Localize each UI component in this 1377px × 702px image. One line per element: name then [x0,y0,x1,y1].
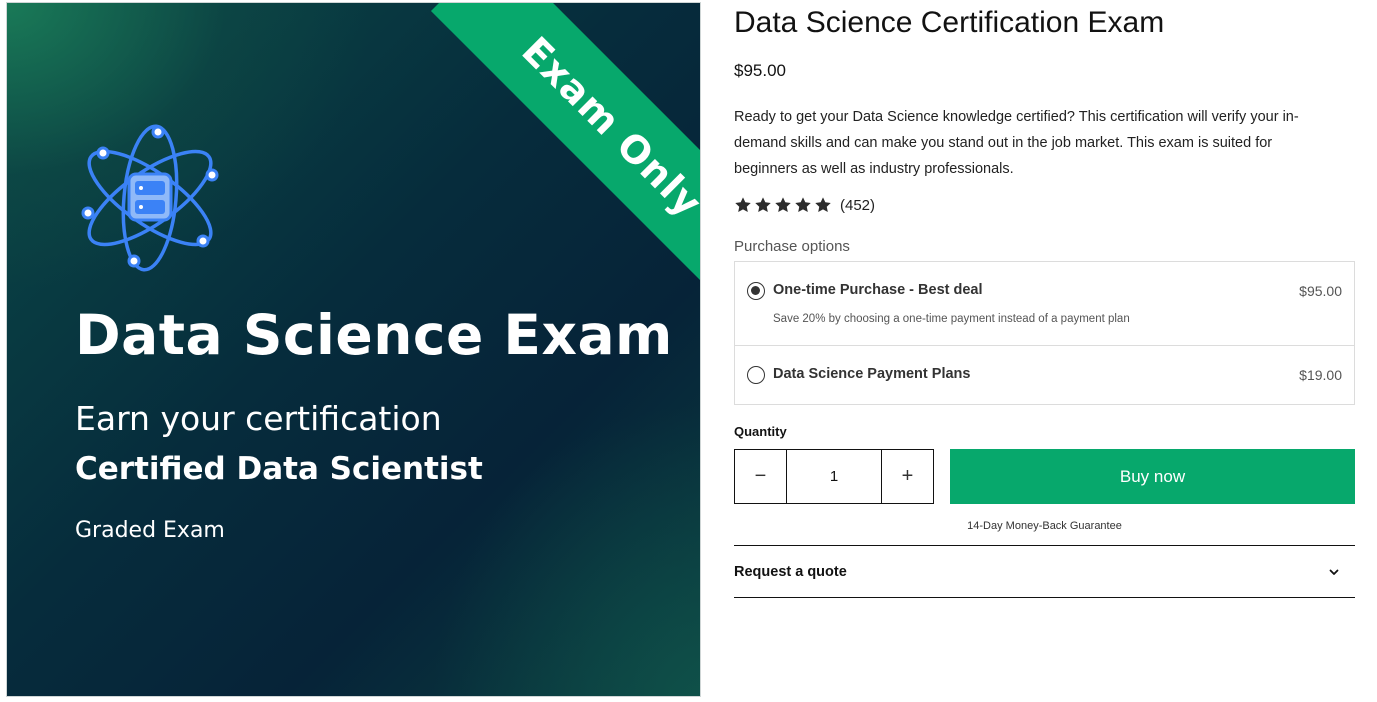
star-icon [755,197,771,213]
request-quote-toggle[interactable]: Request a quote [734,545,1355,598]
increase-quantity-button[interactable]: + [882,450,933,503]
star-rating [734,196,832,214]
product-image: Exam Only Data Science Exam Earn your ce… [7,3,700,696]
request-quote-label: Request a quote [734,563,847,580]
star-icon [775,197,791,213]
radio-one-time-purchase[interactable] [747,282,765,300]
product-description: Ready to get your Data Science knowledge… [734,109,1299,177]
star-icon [735,197,751,213]
atom-server-icon [81,124,219,272]
option-name: One-time Purchase - Best deal [773,282,983,298]
product-price: $95.00 [734,61,786,80]
hero-title: Data Science Exam [75,303,673,367]
decrease-quantity-button[interactable]: − [735,450,786,503]
chevron-down-icon [1329,569,1339,575]
purchase-options: One-time Purchase - Best deal $95.00 Sav… [734,261,1355,405]
option-note: Save 20% by choosing a one-time payment … [773,313,1130,325]
product-rating[interactable]: (452) [734,196,875,214]
option-price: $95.00 [1299,283,1342,299]
hero-certification: Certified Data Scientist [75,451,483,487]
radio-payment-plans[interactable] [747,366,765,384]
quantity-input[interactable] [786,450,882,503]
hero-exam-type: Graded Exam [75,518,225,543]
option-price: $19.00 [1299,367,1342,383]
exam-only-ribbon: Exam Only [430,3,700,309]
hero-subtitle: Earn your certification [75,399,442,438]
buy-now-button[interactable]: Buy now [950,449,1355,504]
quantity-stepper: − + [734,449,934,504]
star-icon [815,197,831,213]
option-one-time-purchase[interactable]: One-time Purchase - Best deal $95.00 Sav… [735,262,1354,346]
ribbon-label: Exam Only [513,28,700,226]
purchase-options-label: Purchase options [734,238,850,255]
option-name: Data Science Payment Plans [773,366,971,382]
money-back-guarantee: 14-Day Money-Back Guarantee [967,520,1122,532]
rating-count: (452) [840,196,876,214]
option-payment-plans[interactable]: Data Science Payment Plans $19.00 [735,346,1354,405]
product-title: Data Science Certification Exam [734,6,1165,39]
quantity-label: Quantity [734,424,787,439]
star-icon [795,197,811,213]
